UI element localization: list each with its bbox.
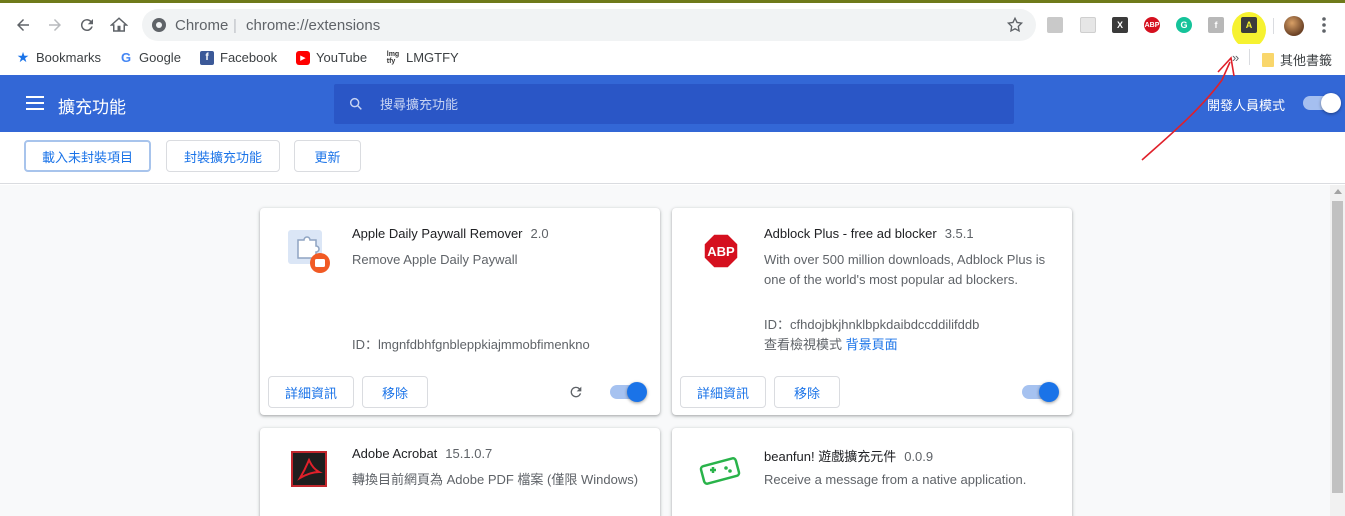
bookmark-bookmarks[interactable]: ★ Bookmarks (16, 49, 102, 65)
background-page-link[interactable]: 背景頁面 (846, 337, 898, 352)
home-icon (110, 17, 128, 32)
inspect-views: 查看檢視模式 背景頁面 (764, 334, 898, 353)
extension-version: 0.0.9 (904, 449, 934, 464)
profile-avatar[interactable] (1284, 16, 1304, 36)
bookmark-label: Facebook (220, 50, 278, 65)
toolbar-divider (1273, 18, 1274, 34)
reload-button[interactable] (72, 10, 102, 40)
arrow-left-icon (17, 19, 29, 31)
bookmark-other[interactable]: 其他書籤 (1262, 50, 1332, 69)
bookmark-label: Bookmarks (36, 50, 102, 65)
page-scrollbar[interactable] (1330, 185, 1345, 516)
dev-mode-toggle[interactable] (1303, 93, 1341, 113)
extension-card: beanfun! 遊戲擴充元件 0.0.9 Receive a message f… (672, 428, 1072, 516)
star-icon: ★ (16, 49, 30, 65)
facebook-ext-icon[interactable]: f (1208, 17, 1224, 33)
extension-card: Apple Daily Paywall Remover 2.0 Remove Ap… (260, 208, 660, 415)
extension-name-text: Adobe Acrobat (352, 446, 438, 461)
extension-card: Adobe Acrobat 15.1.0.7 轉換目前網頁為 Adobe PDF … (260, 428, 660, 516)
more-vert-icon[interactable] (1316, 16, 1332, 34)
acrobat-ext-icon[interactable] (1047, 17, 1063, 33)
extension-version: 15.1.0.7 (445, 446, 493, 461)
reload-extension-icon[interactable] (568, 384, 584, 400)
extension-version: 2.0 (530, 226, 549, 241)
grammarly-ext-icon[interactable]: G (1176, 17, 1192, 33)
ticket-ext-icon[interactable] (1080, 17, 1096, 33)
puzzle-icon (288, 230, 330, 273)
search-box[interactable] (334, 84, 1014, 124)
inspect-views-label: 查看檢視模式 (764, 337, 843, 352)
extension-name: beanfun! 遊戲擴充元件 0.0.9 (764, 446, 933, 465)
search-icon (349, 97, 362, 110)
dev-toolbar: 載入未封裝項目 封裝擴充功能 更新 (0, 132, 1345, 184)
extension-id: ID：lmgnfdbhfgnbleppkiajmmobfimenkno (352, 337, 590, 352)
abp-octagon-icon: ABP (703, 233, 739, 269)
enable-toggle[interactable] (1022, 382, 1059, 402)
scroll-up-arrow-icon[interactable] (1334, 189, 1342, 194)
extension-id: ID：cfhdojbkjhnklbpkdaibdccddilifddb (764, 317, 980, 332)
omnibox-url: chrome://extensions (246, 17, 381, 34)
load-unpacked-button[interactable]: 載入未封裝項目 (24, 140, 151, 172)
extension-description: Remove Apple Daily Paywall (352, 252, 518, 267)
extension-name-text: beanfun! 遊戲擴充元件 (764, 449, 897, 464)
remove-button[interactable]: 移除 (362, 376, 428, 408)
extension-name-text: Apple Daily Paywall Remover (352, 226, 523, 241)
forward-button[interactable] (40, 10, 70, 40)
facebook-icon: f (200, 50, 214, 65)
bookmark-facebook[interactable]: f Facebook (200, 50, 277, 65)
bookmark-lmgtfy[interactable]: lmg tfy LMGTFY (386, 50, 459, 65)
extension-name: Adobe Acrobat 15.1.0.7 (352, 446, 492, 461)
extension-name-text: Adblock Plus - free ad blocker (764, 226, 937, 241)
search-input[interactable] (380, 84, 1000, 124)
bookmark-google[interactable]: G Google (119, 50, 181, 65)
home-button[interactable] (104, 10, 134, 40)
bookmark-label: LMGTFY (406, 50, 459, 65)
extensions-header: 擴充功能 開發人員模式 (0, 75, 1345, 132)
omnibox-site-label: Chrome (175, 17, 229, 34)
gamepad-icon (699, 457, 741, 485)
remove-button[interactable]: 移除 (774, 376, 840, 408)
google-icon: G (120, 50, 132, 65)
extensions-list: Apple Daily Paywall Remover 2.0 Remove Ap… (0, 185, 1330, 516)
scroll-thumb[interactable] (1332, 201, 1343, 493)
a-ext-icon[interactable]: A (1241, 17, 1257, 33)
details-button[interactable]: 詳細資訊 (680, 376, 766, 408)
bookmark-youtube[interactable]: ▶ YouTube (296, 50, 367, 65)
bookmark-label: 其他書籤 (1280, 53, 1333, 68)
enable-toggle[interactable] (610, 382, 647, 402)
chrome-page-icon (152, 18, 166, 32)
extension-description: With over 500 million downloads, Adblock… (764, 252, 1046, 287)
extension-description: 轉換目前網頁為 Adobe PDF 檔案 (僅限 Windows) (352, 472, 639, 487)
page-title: 擴充功能 (58, 98, 126, 117)
folder-icon (1262, 52, 1274, 67)
omnibox-separator: | (233, 17, 237, 34)
details-button[interactable]: 詳細資訊 (268, 376, 354, 408)
extension-card: ABP Adblock Plus - free ad blocker 3.5.1 … (672, 208, 1072, 415)
svg-text:ABP: ABP (707, 244, 735, 259)
update-button[interactable]: 更新 (294, 140, 361, 172)
back-button[interactable] (8, 10, 38, 40)
menu-icon[interactable] (26, 96, 44, 110)
reload-icon (80, 19, 93, 32)
bookmark-label: Google (139, 50, 181, 65)
bookmarks-divider (1249, 49, 1250, 65)
bookmarks-overflow-chevron[interactable]: » (1232, 50, 1239, 65)
extension-name: Apple Daily Paywall Remover 2.0 (352, 226, 549, 241)
dev-mode-label: 開發人員模式 (1207, 98, 1286, 113)
browser-toolbar: Chrome | chrome://extensions X ABP G f A (0, 6, 1345, 48)
pack-extension-button[interactable]: 封裝擴充功能 (166, 140, 280, 172)
bookmarks-bar: ★ Bookmarks G Google f Facebook ▶ YouTub… (0, 44, 1345, 72)
arrow-right-icon (49, 19, 61, 31)
extension-name: Adblock Plus - free ad blocker 3.5.1 (764, 226, 974, 241)
bookmark-label: YouTube (316, 50, 368, 65)
extension-description: Receive a message from a native applicat… (764, 472, 1027, 487)
abp-ext-icon[interactable]: ABP (1144, 17, 1160, 33)
youtube-icon: ▶ (296, 50, 310, 65)
omnibox[interactable]: Chrome | chrome://extensions (142, 9, 1036, 41)
x-ext-icon[interactable]: X (1112, 17, 1128, 33)
acrobat-icon (291, 451, 327, 487)
bookmark-star-icon[interactable] (1006, 16, 1024, 34)
extension-version: 3.5.1 (944, 226, 974, 241)
lmgtfy-icon: lmg tfy (386, 50, 400, 65)
